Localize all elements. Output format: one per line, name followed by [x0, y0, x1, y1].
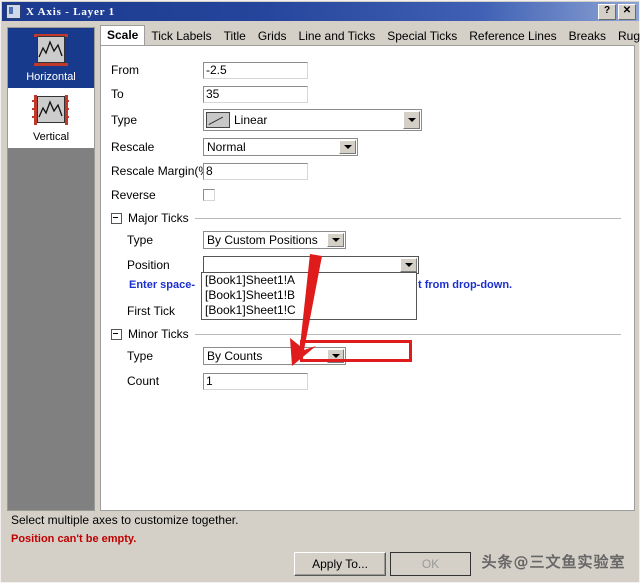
tab-breaks[interactable]: Breaks	[563, 27, 612, 46]
collapse-icon[interactable]	[111, 212, 122, 224]
from-input[interactable]: -2.5	[203, 61, 308, 79]
minor-type-combo[interactable]: By Counts	[203, 347, 346, 365]
position-hint-right: t from drop-down.	[418, 279, 513, 291]
tab-line-and-ticks[interactable]: Line and Ticks	[293, 27, 382, 46]
collapse-icon[interactable]	[111, 328, 122, 340]
tab-bar: Scale Tick Labels Title Grids Line and T…	[100, 25, 640, 47]
linear-scale-icon	[206, 112, 230, 128]
error-message: Position can't be empty.	[11, 533, 137, 545]
first-tick-label: First Tick	[127, 304, 175, 318]
rescale-margin-row: Rescale Margin(%) 8	[111, 161, 308, 181]
count-row: Count 1	[127, 371, 308, 391]
window-controls: ? ✕	[598, 3, 636, 20]
rescale-label: Rescale	[111, 140, 155, 154]
ok-button[interactable]: OK	[390, 552, 471, 576]
dropdown-option[interactable]: [Book1]Sheet1!A	[202, 273, 416, 288]
tab-reference-lines[interactable]: Reference Lines	[463, 27, 562, 46]
count-input[interactable]: 1	[203, 372, 308, 390]
tab-tick-labels[interactable]: Tick Labels	[145, 27, 217, 46]
divider	[194, 217, 621, 219]
rescale-row: Rescale Normal	[111, 137, 358, 157]
chevron-down-icon[interactable]	[400, 258, 417, 272]
reverse-row: Reverse	[111, 185, 215, 205]
apply-to-button[interactable]: Apply To...	[294, 552, 386, 576]
dropdown-option[interactable]: [Book1]Sheet1!C	[202, 303, 416, 318]
scale-type-value: Linear	[234, 113, 268, 127]
window-icon	[6, 4, 21, 19]
close-icon[interactable]: ✕	[618, 3, 636, 20]
to-label: To	[111, 87, 124, 101]
tab-title[interactable]: Title	[218, 27, 252, 46]
minor-ticks-group-label: Minor Ticks	[128, 327, 189, 341]
minor-type-label: Type	[127, 349, 154, 363]
reverse-checkbox[interactable]	[203, 189, 215, 201]
major-type-value: By Custom Positions	[207, 233, 318, 247]
tab-special-ticks[interactable]: Special Ticks	[381, 27, 463, 46]
chevron-down-icon[interactable]	[339, 140, 356, 154]
position-hint-left: Enter space-	[129, 279, 196, 291]
position-dropdown-list[interactable]: [Book1]Sheet1!A [Book1]Sheet1!B [Book1]S…	[201, 272, 417, 320]
dropdown-option[interactable]: [Book1]Sheet1!B	[202, 288, 416, 303]
from-label: From	[111, 63, 139, 77]
rescale-margin-label: Rescale Margin(%)	[111, 164, 214, 178]
rescale-combo[interactable]: Normal	[203, 138, 358, 156]
watermark-overlay: 头条@三文鱼实验室	[471, 550, 636, 573]
to-row: To 35	[111, 84, 308, 104]
from-row: From -2.5	[111, 60, 308, 80]
major-ticks-group-header: Major Ticks	[111, 211, 621, 225]
status-message: Select multiple axes to customize togeth…	[11, 513, 239, 527]
major-type-label: Type	[127, 233, 154, 247]
major-ticks-group-label: Major Ticks	[128, 211, 189, 225]
sidebar-item-horizontal[interactable]: Horizontal	[8, 28, 94, 88]
tab-rug[interactable]: Rug	[612, 27, 640, 46]
sidebar-item-vertical[interactable]: Vertical	[8, 88, 94, 148]
minor-ticks-group-header: Minor Ticks	[111, 327, 621, 341]
to-input[interactable]: 35	[203, 85, 308, 103]
minor-type-row: Type By Counts	[127, 346, 346, 366]
reverse-label: Reverse	[111, 188, 156, 202]
rescale-margin-input[interactable]: 8	[203, 162, 308, 180]
count-label: Count	[127, 374, 160, 388]
axis-dialog-window: X Axis - Layer 1 ? ✕ Horizontal Vertical…	[0, 0, 640, 583]
minor-type-value: By Counts	[207, 349, 263, 363]
chevron-down-icon[interactable]	[327, 233, 344, 247]
chevron-down-icon[interactable]	[403, 111, 420, 129]
chevron-down-icon[interactable]	[327, 349, 344, 363]
major-type-row: Type By Custom Positions	[127, 230, 346, 250]
major-type-combo[interactable]: By Custom Positions	[203, 231, 346, 249]
tab-scale[interactable]: Scale	[100, 25, 146, 47]
tab-grids[interactable]: Grids	[252, 27, 293, 46]
title-bar: X Axis - Layer 1 ? ✕	[2, 2, 639, 21]
horizontal-axis-icon	[32, 34, 70, 66]
scale-type-row: Type Linear	[111, 108, 422, 132]
scale-type-label: Type	[111, 113, 138, 127]
scale-type-combo[interactable]: Linear	[203, 109, 422, 131]
sidebar-item-label: Horizontal	[26, 71, 76, 83]
window-title: X Axis - Layer 1	[26, 5, 115, 18]
divider	[194, 333, 621, 335]
rescale-value: Normal	[207, 140, 246, 154]
position-label: Position	[127, 258, 170, 272]
vertical-axis-icon	[32, 94, 70, 126]
axis-list-sidebar: Horizontal Vertical	[7, 27, 95, 511]
help-icon[interactable]: ?	[598, 3, 616, 20]
sidebar-item-label: Vertical	[32, 131, 70, 143]
scale-tab-panel: From -2.5 To 35 Type Linear Rescale Norm…	[100, 45, 635, 511]
